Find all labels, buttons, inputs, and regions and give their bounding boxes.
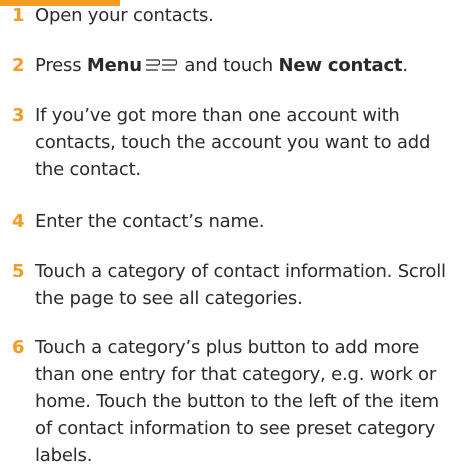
- step-text-after: .: [402, 55, 408, 76]
- step-text-before: Press: [35, 55, 87, 76]
- step-text: Press Menu and touch New contact.: [35, 52, 451, 81]
- step-number: 2: [12, 55, 25, 76]
- step-text: Enter the contact’s name.: [35, 211, 265, 232]
- step-text: Touch a category’s plus button to add mo…: [35, 337, 439, 466]
- step-number: 1: [12, 5, 25, 26]
- step-text: If you’ve got more than one account with…: [35, 105, 431, 180]
- menu-label: Menu: [86, 55, 142, 76]
- step-number: 4: [12, 211, 25, 232]
- step-number: 5: [12, 261, 25, 282]
- new-contact-label: New contact: [278, 55, 403, 76]
- step-text: Touch a category of contact information.…: [35, 261, 446, 309]
- step-text: Open your contacts.: [35, 5, 214, 26]
- menu-icon: [144, 54, 178, 81]
- step-text-middle: and touch: [178, 55, 279, 76]
- step-number: 3: [12, 105, 25, 126]
- step-number: 6: [12, 337, 25, 358]
